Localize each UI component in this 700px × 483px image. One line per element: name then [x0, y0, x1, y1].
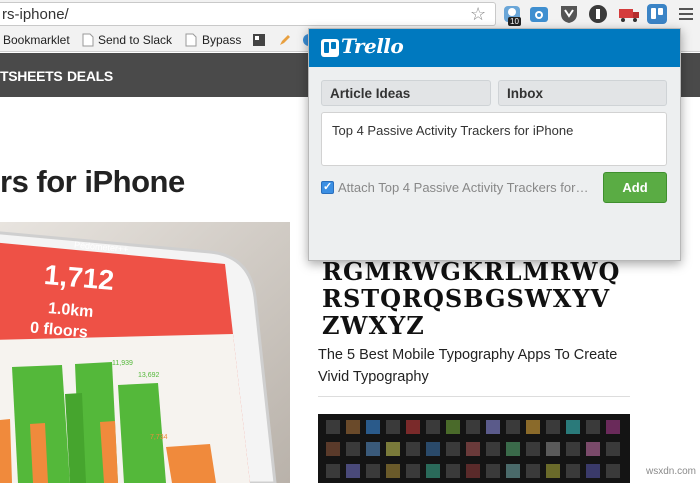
- typography-glyphs: RGMRWGKRLMRWQRSTQRQSBGSWXYVZWXYZ: [322, 257, 621, 340]
- nav-deals[interactable]: DEALS: [67, 68, 113, 84]
- trello-popup: Trello Article Ideas Inbox Top 4 Passive…: [308, 28, 681, 261]
- browser-toolbar: rs-iphone/ ☆ 10: [0, 0, 700, 28]
- address-bar[interactable]: rs-iphone/ ☆: [0, 2, 496, 26]
- article-hero-image: Pedometer++ 1,712 1.0km 0 floors 11,939 …: [0, 222, 290, 483]
- page-icon: [184, 33, 198, 47]
- nav-cheatsheets[interactable]: TSHEETS: [0, 68, 63, 84]
- steps-count-text: 1,712: [42, 259, 116, 296]
- bar-label: 7,734: [150, 434, 168, 441]
- bar-label: 11,939: [112, 360, 133, 367]
- trello-logo-text: Trello: [341, 34, 404, 58]
- watermark: wsxdn.com: [646, 466, 697, 477]
- truck-extension-icon[interactable]: [618, 4, 639, 24]
- attach-checkbox[interactable]: [321, 180, 334, 194]
- add-card-button[interactable]: Add: [603, 172, 667, 203]
- list-select[interactable]: Inbox: [498, 80, 667, 106]
- page-icon: [81, 33, 95, 47]
- typography-thumbnail[interactable]: RGMRWGKRLMRWQRSTQRQSBGSWXYVZWXYZ: [322, 258, 622, 340]
- distance-text: 1.0km: [47, 300, 95, 321]
- pencil-bookmark-icon[interactable]: [278, 33, 292, 47]
- list-select-label: Inbox: [507, 86, 543, 101]
- bookmark-send-to-slack[interactable]: Send to Slack: [98, 33, 172, 47]
- trello-header: Trello: [309, 29, 680, 67]
- bookmark-bookmarklet[interactable]: Bookmarklet: [3, 33, 70, 47]
- bar-label: 13,692: [138, 372, 160, 379]
- onetab-extension-icon[interactable]: [588, 4, 608, 24]
- grid-bookmark-icon[interactable]: [252, 33, 266, 47]
- article-title: rs for iPhone: [0, 164, 185, 199]
- bookmark-star-icon[interactable]: ☆: [470, 4, 486, 25]
- divider: [318, 396, 630, 397]
- trello-extension-icon[interactable]: [647, 4, 667, 24]
- trello-logo-icon: [321, 39, 339, 62]
- url-text: rs-iphone/: [2, 6, 69, 23]
- board-select-label: Article Ideas: [330, 86, 411, 101]
- menu-icon[interactable]: [676, 4, 696, 24]
- board-select[interactable]: Article Ideas: [321, 80, 491, 106]
- camera-extension-icon[interactable]: [529, 4, 549, 24]
- attach-link-checkbox-row[interactable]: Attach Top 4 Passive Activity Trackers f…: [321, 180, 592, 198]
- shield-extension-icon[interactable]: [559, 4, 579, 24]
- attach-label: Attach Top 4 Passive Activity Trackers f…: [338, 180, 592, 195]
- bookmark-bypass[interactable]: Bypass: [202, 33, 241, 47]
- app-grid-thumbnail[interactable]: [318, 414, 630, 483]
- card-title-input[interactable]: Top 4 Passive Activity Trackers for iPho…: [321, 112, 667, 166]
- related-article-title[interactable]: The 5 Best Mobile Typography Apps To Cre…: [318, 344, 638, 388]
- extension-badge: 10: [508, 17, 521, 26]
